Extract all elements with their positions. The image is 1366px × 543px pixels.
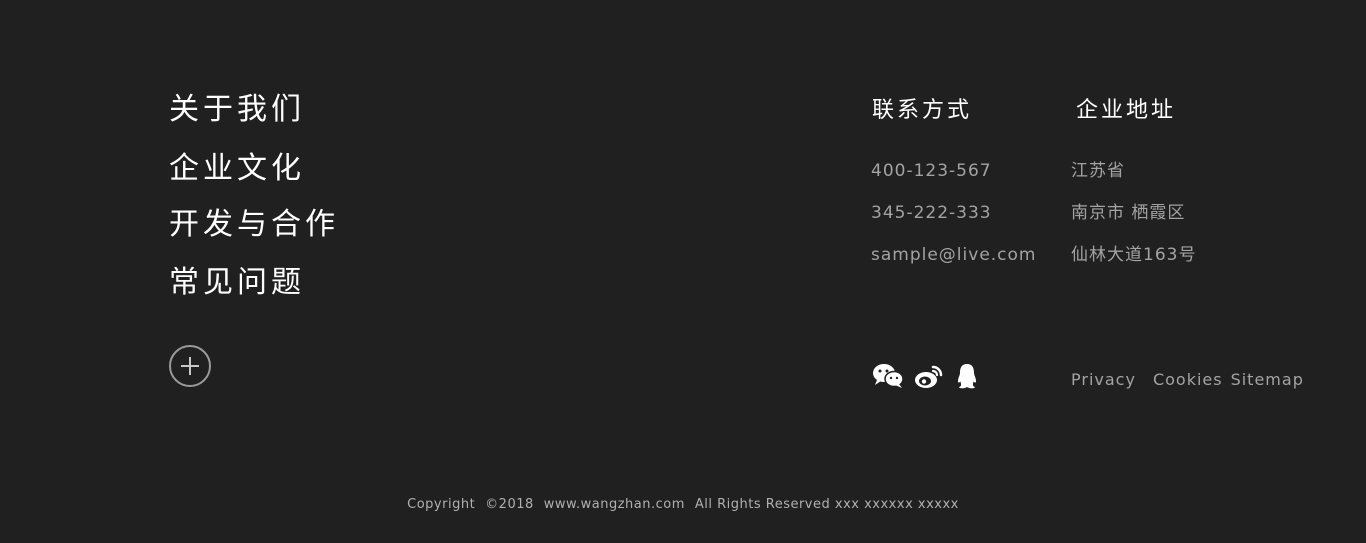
copyright: Copyright ©2018 www.wangzhan.com All Rights… [0,497,1366,512]
address-line-1: 江苏省 [1071,161,1125,181]
privacy-link[interactable]: Privacy [1071,370,1136,389]
cookies-link[interactable]: Cookies [1153,370,1223,389]
address-line-2: 南京市 栖霞区 [1071,203,1186,223]
site-footer: 关于我们 企业文化 开发与合作 常见问题 联系方式 企业地址 400-123-5… [0,0,1366,543]
contact-phone-1: 400-123-567 [871,161,992,181]
nav-link-development-cooperation[interactable]: 开发与合作 [169,207,339,243]
contact-email[interactable]: sample@live.com [871,244,1037,266]
sitemap-link[interactable]: Sitemap [1231,370,1304,389]
copyright-site[interactable]: www.wangzhan.com [544,497,685,512]
copyright-label: Copyright [407,497,476,512]
copyright-rights: All Rights Reserved xxx xxxxxx xxxxx [694,497,959,512]
nav-link-faq[interactable]: 常见问题 [169,265,305,301]
weibo-icon[interactable] [914,362,944,390]
more-button[interactable] [169,345,211,387]
contact-title: 联系方式 [872,98,973,123]
nav-link-corporate-culture[interactable]: 企业文化 [169,151,305,187]
wechat-icon[interactable] [872,362,904,390]
copyright-year: ©2018 [485,497,534,512]
contact-phone-2: 345-222-333 [871,203,992,223]
qq-icon[interactable] [955,362,979,390]
address-title: 企业地址 [1076,98,1177,123]
legal-links: Privacy Cookies Sitemap [1071,370,1316,389]
plus-icon [181,357,199,375]
nav-link-about-us[interactable]: 关于我们 [169,92,305,128]
address-line-3: 仙林大道163号 [1071,245,1197,265]
